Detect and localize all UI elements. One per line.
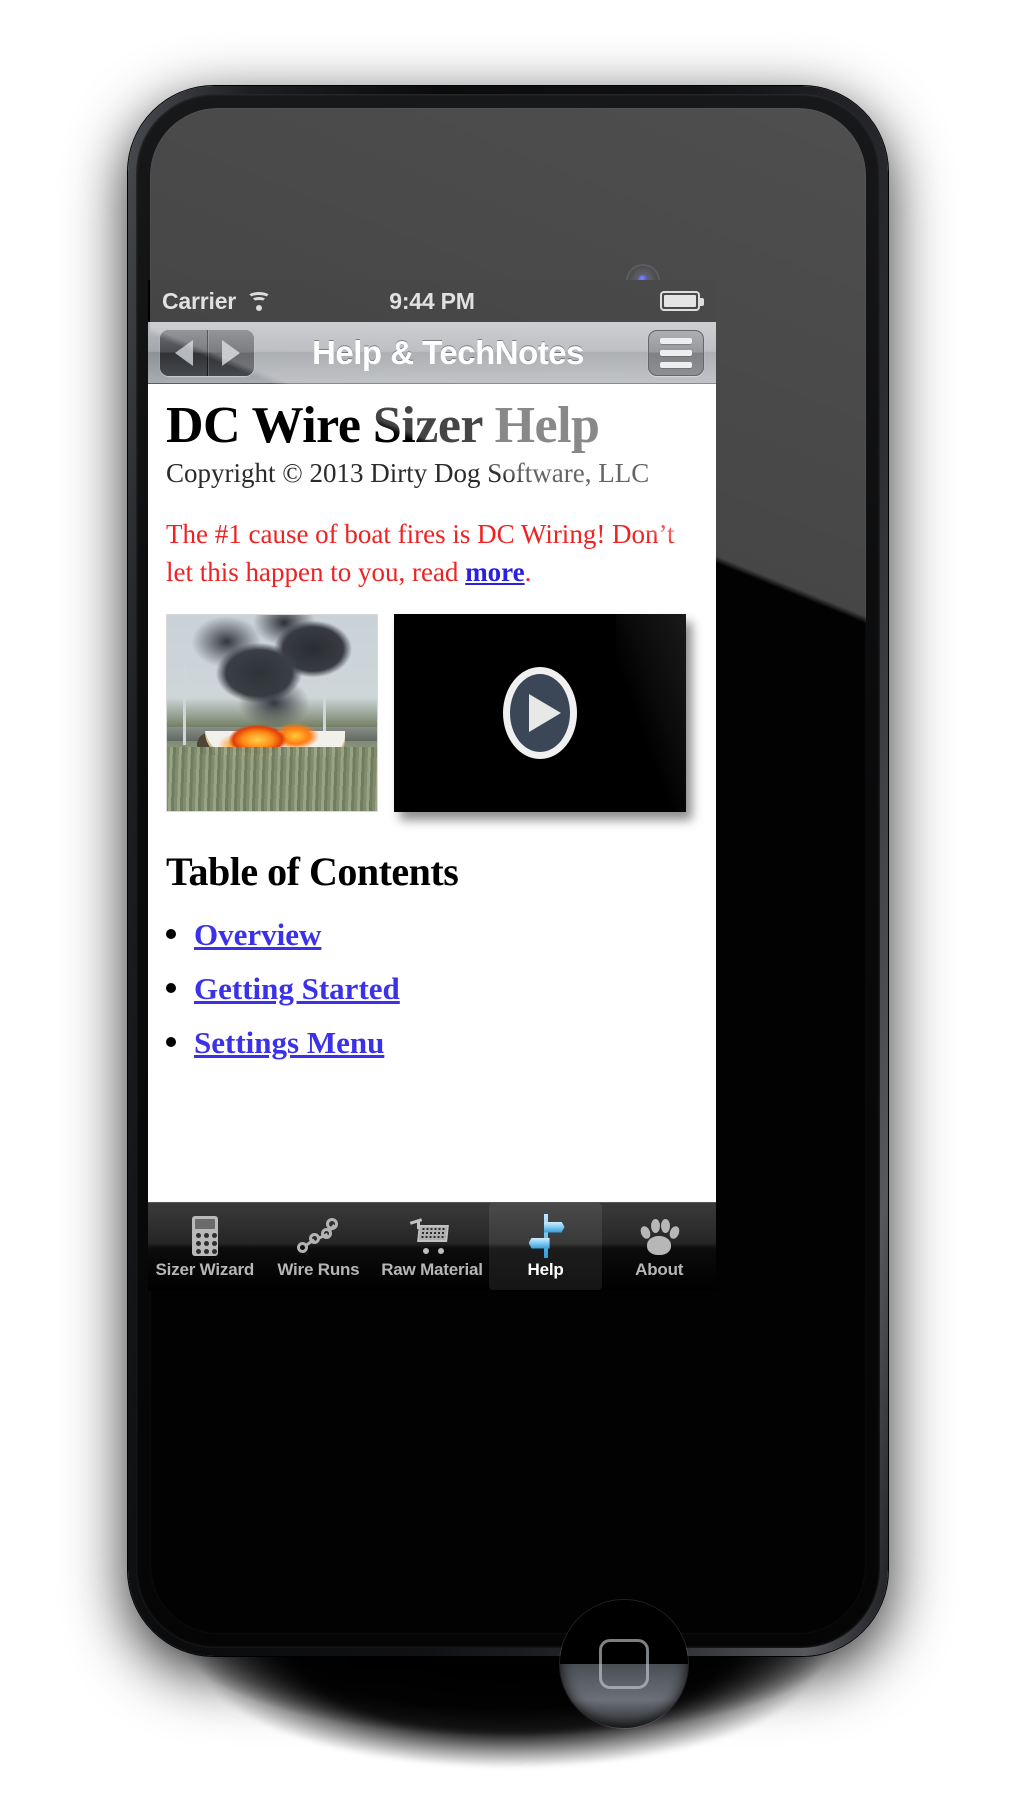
- hamburger-menu-icon-bar2: [660, 349, 692, 356]
- back-forward-segmented-control[interactable]: [160, 329, 254, 376]
- tab-label: Raw Material: [381, 1259, 483, 1279]
- navigation-bar: Help & TechNotes: [148, 322, 716, 384]
- table-of-contents-list: Overview Getting Started Settings Menu: [166, 917, 698, 1061]
- forward-button[interactable]: [207, 329, 254, 376]
- hamburger-menu-icon: [660, 337, 692, 344]
- tab-label: Sizer Wizard: [155, 1259, 255, 1279]
- signpost-icon: [521, 1213, 571, 1258]
- toc-link-getting-started[interactable]: Getting Started: [194, 971, 400, 1007]
- table-of-contents-heading: Table of Contents: [166, 848, 459, 894]
- carrier-label: Carrier: [162, 287, 237, 314]
- mast-left: [183, 664, 186, 745]
- document-heading: DC Wire Sizer Help: [166, 397, 698, 454]
- tab-wire-runs[interactable]: Wire Runs: [262, 1203, 376, 1290]
- hamburger-menu-icon-bar3: [660, 361, 692, 368]
- calculator-icon: [180, 1214, 230, 1258]
- forward-arrow-icon: [222, 339, 240, 366]
- list-item[interactable]: Getting Started: [166, 971, 698, 1007]
- scene: Carrier 9:44 PM Help & TechNotes DC Wire…: [0, 0, 1017, 1796]
- tab-bar: Sizer Wizard Wire Runs Raw Material Help…: [148, 1202, 716, 1290]
- tab-about[interactable]: About: [602, 1203, 716, 1290]
- hamburger-menu-button[interactable]: [648, 329, 704, 376]
- copyright-line: Copyright © 2013 Dirty Dog Software, LLC: [166, 458, 650, 489]
- home-button-square-icon: [599, 1639, 649, 1689]
- fire-warning-text: The #1 cause of boat fires is DC Wiring!…: [166, 515, 698, 592]
- document-heading-main: DC Wire Sizer: [166, 397, 483, 454]
- app-screen: Carrier 9:44 PM Help & TechNotes DC Wire…: [148, 280, 716, 1290]
- paw-print-icon: [634, 1214, 684, 1258]
- fire-warning-suffix: .: [524, 557, 532, 588]
- tab-label: About: [635, 1259, 684, 1279]
- list-item[interactable]: Overview: [166, 917, 698, 953]
- toc-link-settings-menu[interactable]: Settings Menu: [194, 1025, 384, 1061]
- toc-link-overview[interactable]: Overview: [194, 917, 321, 953]
- back-button[interactable]: [160, 329, 207, 376]
- tab-help[interactable]: Help: [488, 1203, 603, 1290]
- bullet-icon: [166, 982, 176, 993]
- media-row: [166, 613, 698, 812]
- shopping-cart-icon: [407, 1214, 457, 1258]
- page-title: Help & TechNotes: [312, 333, 584, 371]
- clock-label: 9:44 PM: [389, 287, 475, 314]
- burning-boat-photo[interactable]: [166, 613, 378, 812]
- water-surface: [167, 746, 377, 811]
- tab-label: Help: [527, 1259, 564, 1279]
- status-bar: Carrier 9:44 PM: [148, 280, 716, 322]
- tab-raw-material[interactable]: Raw Material: [375, 1203, 489, 1290]
- wifi-icon: [246, 291, 272, 311]
- play-button-icon[interactable]: [503, 666, 577, 759]
- bullet-icon: [166, 1036, 176, 1047]
- wire-chain-icon: [293, 1214, 343, 1258]
- list-item[interactable]: Settings Menu: [166, 1025, 698, 1061]
- back-arrow-icon: [174, 339, 193, 366]
- bullet-icon: [166, 928, 176, 939]
- fire-warning-prefix: The #1 cause of boat fires is DC Wiring!…: [166, 519, 675, 588]
- help-document-webview[interactable]: DC Wire Sizer Help Copyright © 2013 Dirt…: [148, 384, 716, 1202]
- more-link[interactable]: more: [465, 557, 524, 587]
- video-player-thumbnail[interactable]: [394, 613, 686, 812]
- battery-icon: [660, 291, 704, 311]
- document-heading-suffix: Help: [494, 397, 600, 454]
- tab-sizer-wizard[interactable]: Sizer Wizard: [148, 1203, 262, 1290]
- home-button[interactable]: [560, 1600, 688, 1728]
- tab-label: Wire Runs: [277, 1259, 360, 1279]
- play-triangle-icon: [528, 693, 561, 732]
